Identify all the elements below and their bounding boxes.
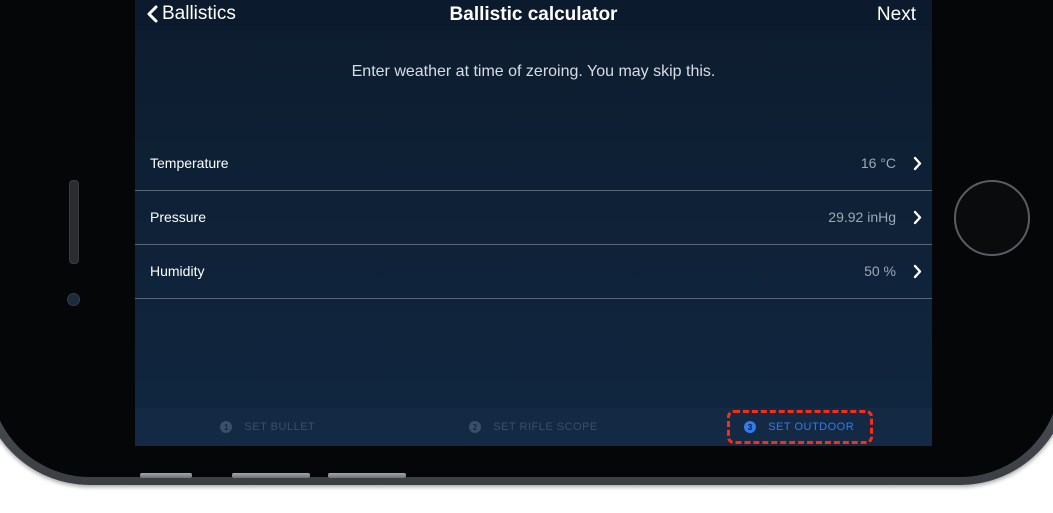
tab-set-bullet[interactable]: 1 SET BULLET <box>135 408 401 446</box>
phone-speaker <box>69 180 79 264</box>
row-value: 50 % <box>864 263 896 279</box>
chevron-right-icon <box>913 156 922 171</box>
phone-volume-button <box>328 473 406 478</box>
row-label: Temperature <box>150 155 229 171</box>
row-value: 29.92 inHg <box>828 209 896 225</box>
highlight-annotation <box>727 410 873 444</box>
next-button[interactable]: Next <box>877 4 916 26</box>
phone-camera <box>67 293 80 306</box>
chevron-right-icon <box>913 210 922 225</box>
page-title: Ballistic calculator <box>449 4 618 25</box>
instruction-text: Enter weather at time of zeroing. You ma… <box>351 63 716 80</box>
row-label: Pressure <box>150 209 207 225</box>
pressure-row[interactable]: Pressure 29.92 inHg <box>135 191 932 245</box>
home-button[interactable] <box>954 180 1030 256</box>
navigation-bar: Ballistics Ballistic calculator Next <box>135 0 932 31</box>
tab-set-rifle-scope[interactable]: 2 SET RIFLE SCOPE <box>401 408 667 446</box>
app-screen: Ballistics Ballistic calculator Next Ent… <box>135 0 932 446</box>
step-number-badge: 2 <box>469 421 482 433</box>
temperature-row[interactable]: Temperature 16 °C <box>135 137 932 191</box>
step-number-badge: 1 <box>220 421 233 433</box>
tab-label: SET RIFLE SCOPE <box>493 421 598 433</box>
humidity-row[interactable]: Humidity 50 % <box>135 245 932 299</box>
chevron-right-icon <box>913 264 922 279</box>
phone-side-button <box>140 473 192 478</box>
tab-label: SET BULLET <box>244 421 316 433</box>
row-value: 16 °C <box>860 155 896 171</box>
row-label: Humidity <box>150 263 205 279</box>
phone-volume-button <box>232 473 310 478</box>
weather-list: Temperature 16 °C Pressure 29.92 inHg Hu… <box>135 137 932 299</box>
